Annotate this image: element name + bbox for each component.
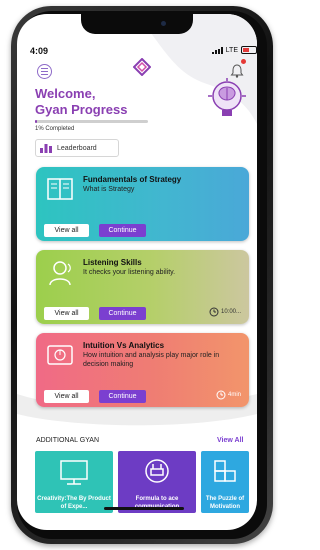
app-logo-icon [133, 58, 151, 76]
leaderboard-icon [40, 144, 52, 153]
course-description: How intuition and analysis play major ro… [83, 352, 220, 368]
duration-text: 4min [227, 392, 241, 398]
additional-course-title: The Puzzle of Motivation [205, 496, 245, 510]
leaderboard-button[interactable]: Leaderboard [35, 139, 119, 157]
additional-course-title: Creativity:The By Product of Expe... [37, 496, 111, 510]
monitor-icon [60, 460, 88, 485]
course-description: What is Strategy [83, 186, 135, 193]
brain-bulb-icon [208, 78, 246, 116]
analytics-icon [47, 345, 73, 365]
menu-icon[interactable] [37, 64, 52, 79]
notification-badge [241, 59, 246, 64]
view-all-button[interactable]: View all [44, 390, 89, 403]
duration: 4min [216, 390, 241, 400]
view-all-link[interactable]: View All [217, 437, 243, 444]
home-indicator[interactable] [104, 507, 184, 510]
notification-bell-icon[interactable] [230, 64, 244, 78]
listening-icon [49, 261, 71, 286]
network-label: LTE [225, 46, 238, 54]
welcome-line: Welcome, [35, 86, 96, 101]
progress-fill [35, 120, 38, 123]
course-title: Listening Skills [83, 258, 142, 267]
welcome-heading: Welcome, Gyan Progress [35, 86, 128, 118]
duration: 10:00... [209, 307, 241, 317]
duration-text: 10:00... [220, 309, 241, 315]
camera-icon [161, 21, 166, 26]
user-name: Gyan Progress [35, 102, 128, 117]
phone-notch [81, 14, 193, 34]
status-indicators: LTE [211, 46, 257, 54]
course-description: It checks your listening ability. [83, 269, 176, 276]
clock-icon [209, 307, 219, 317]
course-card[interactable]: Listening Skills It checks your listenin… [36, 250, 249, 324]
book-icon [47, 178, 73, 200]
additional-course-card[interactable]: The Puzzle of Motivation [201, 451, 249, 513]
status-time: 4:09 [30, 46, 49, 56]
course-title: Intuition Vs Analytics [83, 341, 165, 350]
leaderboard-label: Leaderboard [57, 144, 97, 152]
course-card[interactable]: Intuition Vs Analytics How intuition and… [36, 333, 249, 407]
signal-icon [211, 46, 223, 54]
puzzle-icon [214, 460, 236, 482]
additional-course-card[interactable]: Formula to ace communication [118, 451, 196, 513]
progress-text: 1% Completed [35, 126, 75, 132]
section-heading: ADDITIONAL GYAN [36, 437, 100, 444]
clock-icon [216, 390, 226, 400]
view-all-button[interactable]: View all [44, 307, 89, 320]
additional-course-card[interactable]: Creativity:The By Product of Expe... [35, 451, 113, 513]
progress-bar [35, 120, 148, 123]
plug-icon [145, 459, 169, 483]
battery-icon [241, 46, 257, 54]
continue-button[interactable]: Continue [99, 307, 146, 320]
course-title: Fundamentals of Strategy [83, 175, 182, 184]
course-card[interactable]: Fundamentals of Strategy What is Strateg… [36, 167, 249, 241]
continue-button[interactable]: Continue [99, 390, 146, 403]
view-all-button[interactable]: View all [44, 224, 89, 237]
continue-button[interactable]: Continue [99, 224, 146, 237]
